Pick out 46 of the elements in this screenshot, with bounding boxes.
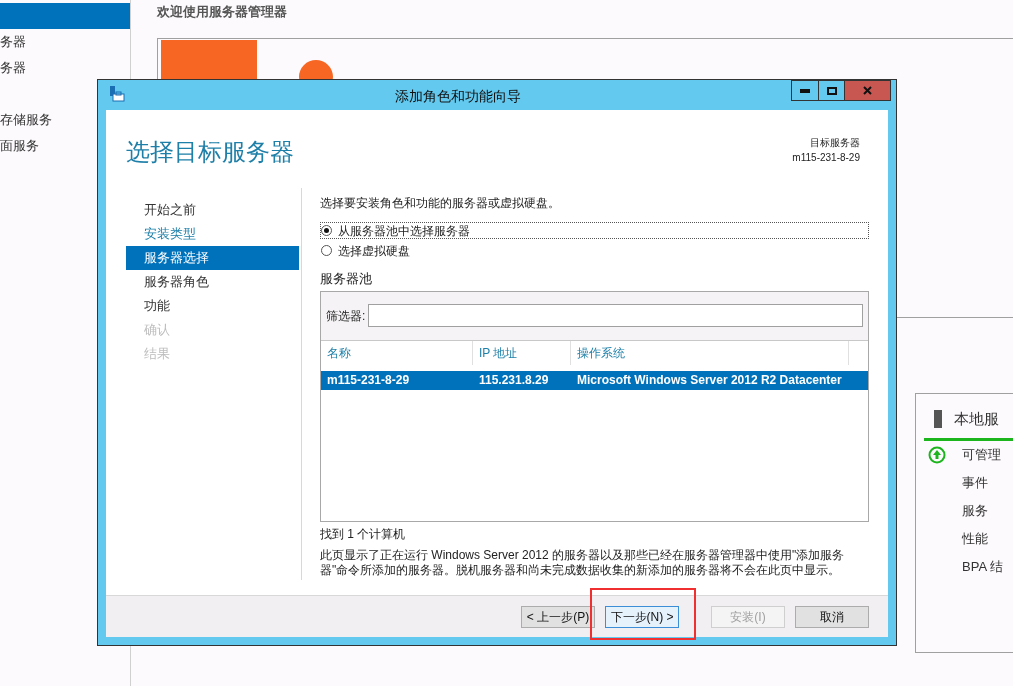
result-count: 找到 1 个计算机 — [320, 525, 407, 543]
minimize-button[interactable] — [791, 80, 819, 101]
minimize-icon — [800, 88, 810, 93]
table-cell-text: m115-231-8-29 — [326, 372, 411, 389]
sidebar-item[interactable]: 务器 — [0, 29, 130, 55]
filter-input-field[interactable] — [368, 304, 863, 327]
column-header[interactable]: 名称 — [321, 340, 473, 365]
target-server-label: 目标服务器 — [810, 136, 860, 150]
wizard-step[interactable]: 安装类型 — [126, 222, 299, 246]
up-arrow-status-icon — [928, 446, 946, 464]
close-button[interactable] — [845, 80, 891, 101]
wizard-step[interactable]: 服务器角色 — [126, 270, 299, 294]
wizard-step[interactable]: 服务器选择 — [126, 246, 299, 270]
panel-row-label[interactable]: 可管理 — [962, 445, 1001, 465]
window-title: 添加角色和功能向导 — [394, 87, 522, 106]
close-icon — [863, 86, 872, 95]
panel-row-label[interactable]: 性能 — [962, 529, 988, 549]
radio-option[interactable]: 选择虚拟硬盘 — [320, 242, 869, 259]
radio-option[interactable]: 从服务器池中选择服务器 — [320, 222, 869, 239]
column-header[interactable]: IP 地址 — [473, 340, 571, 365]
info-paragraph: 此页显示了正在运行 Windows Server 2012 的服务器以及那些已经在服务器管理器中使用"添加服务器"命令所添加的服务器。脱机服务器和尚未完成数据收集的新添加的服务器将不会在此页中显示。 — [320, 547, 846, 578]
page-title: 选择目标服务器 — [126, 137, 294, 167]
table-cell-text: 115.231.8.29 — [478, 372, 550, 389]
radio-button[interactable] — [321, 245, 332, 256]
panel-title: 本地服 — [954, 408, 999, 429]
table-row[interactable]: m115-231-8-29 115.231.8.29 Microsoft Windows Server 2012 R2 Datacenter — [321, 370, 868, 390]
wizard-button[interactable]: 取消 — [795, 605, 869, 628]
panel-row-label[interactable]: BPA 结 — [962, 557, 1003, 577]
maximize-icon — [826, 86, 837, 95]
page-heading: 欢迎使用服务器管理器 — [157, 3, 288, 21]
column-header[interactable]: 操作系统 — [571, 340, 849, 365]
section-title: 服务器池 — [320, 270, 373, 288]
panel-row-label[interactable]: 服务 — [962, 501, 988, 521]
wizard-step[interactable]: 开始之前 — [126, 198, 299, 222]
wizard-button[interactable]: 下一步(N) > — [605, 605, 679, 628]
table-cell-text: Microsoft Windows Server 2012 R2 Datacenter — [576, 372, 843, 389]
server-icon — [934, 410, 942, 428]
target-server-name: m115-231-8-29 — [792, 151, 860, 165]
radio-button[interactable] — [321, 225, 332, 236]
wizard-button[interactable]: < 上一步(P) — [521, 605, 595, 628]
panel-row-label[interactable]: 事件 — [962, 473, 988, 493]
sidebar-item[interactable]: 务器 — [0, 55, 130, 81]
filter-label: 筛选器: — [326, 307, 366, 325]
server-toolbox-icon — [109, 86, 125, 102]
wizard-step[interactable]: 功能 — [126, 294, 299, 318]
description-text: 选择要安装角色和功能的服务器或虚拟硬盘。 — [320, 195, 561, 212]
